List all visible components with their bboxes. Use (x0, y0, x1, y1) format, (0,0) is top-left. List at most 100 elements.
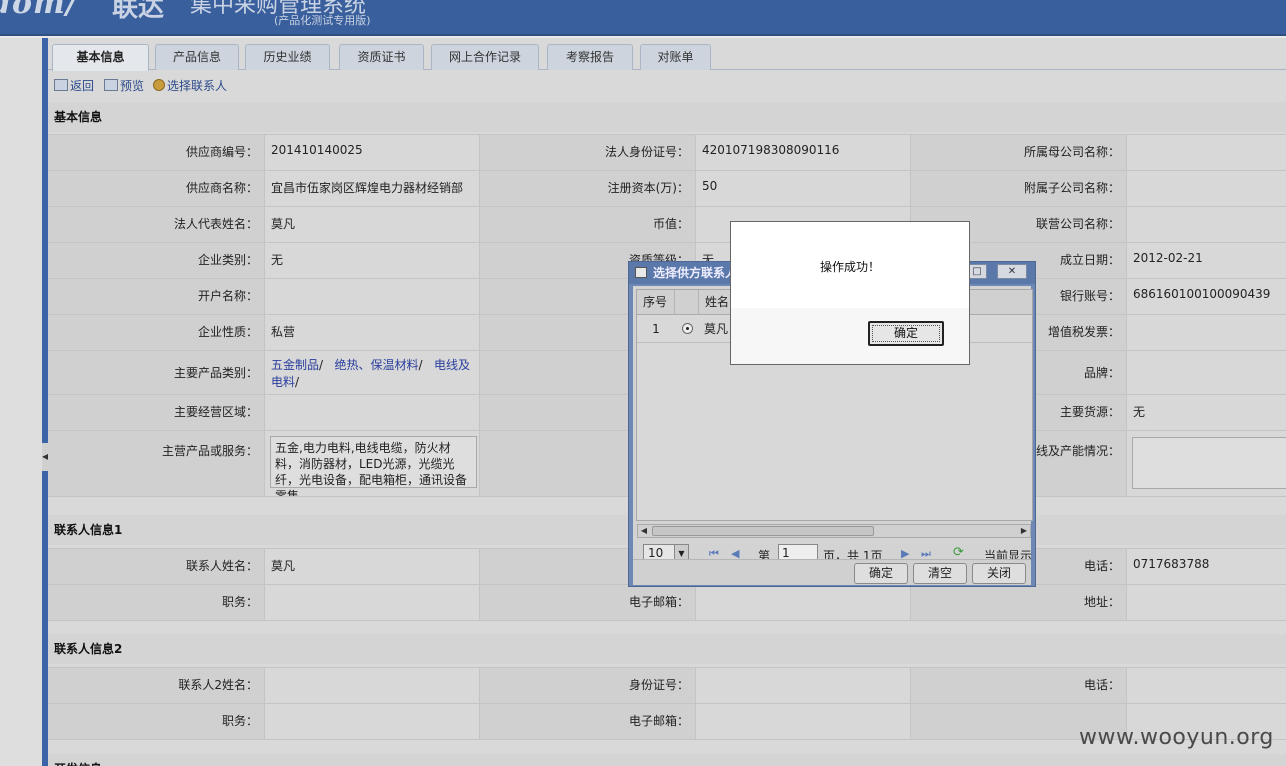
capacity-textarea[interactable] (1132, 437, 1286, 489)
supplier-name-value: 宜昌市伍家岗区辉煌电力器材经销部 (265, 171, 480, 206)
bank-account-value: 686160100100090439 (1127, 279, 1286, 314)
window-icon (635, 267, 647, 278)
close-button[interactable]: 关闭 (972, 563, 1026, 584)
nature-label: 企业性质： (48, 315, 265, 350)
form-row: 供应商名称： 宜昌市伍家岗区辉煌电力器材经销部 注册资本(万)： 50 附属子公… (48, 171, 1286, 207)
contact2-phone-label: 电话： (911, 668, 1127, 703)
tab-online-records[interactable]: 网上合作记录 (431, 44, 539, 70)
contact2-title-value (265, 704, 480, 739)
parent-company-label: 所属母公司名称： (911, 135, 1127, 170)
parent-company-value (1127, 135, 1286, 170)
scroll-right-icon[interactable]: ▶ (1018, 525, 1030, 537)
services-cell: 五金,电力电料,电线电缆，防火材料，消防器材，LED光源，光缆光纤，光电设备，配… (265, 431, 480, 496)
preview-label: 预览 (120, 79, 145, 93)
capital-value: 50 (696, 171, 911, 206)
contact2-email-value (696, 704, 911, 739)
dialog-footer: 确定 清空 关闭 (633, 559, 1031, 585)
row-radio[interactable] (682, 323, 693, 334)
tab-bar: 基本信息 产品信息 历史业绩 资质证书 网上合作记录 考察报告 对账单 (48, 38, 1286, 71)
form-row: 职务： 电子邮箱： 地址： (48, 585, 1286, 621)
account-name-value (265, 279, 480, 314)
contact-email-value (696, 585, 911, 620)
contact-title-label: 职务： (48, 585, 265, 620)
found-date-value: 2012-02-21 (1127, 243, 1286, 278)
tab-statement[interactable]: 对账单 (640, 44, 711, 70)
legal-rep-value: 莫凡 (265, 207, 480, 242)
message-content: 操作成功！ (731, 222, 969, 308)
contact2-email-label: 电子邮箱： (480, 704, 696, 739)
clear-button[interactable]: 清空 (913, 563, 967, 584)
message-box: 操作成功！ 确定 (730, 221, 970, 365)
contact-address-value (1127, 585, 1286, 620)
contact-email-label: 电子邮箱： (480, 585, 696, 620)
col-select-header (675, 290, 699, 315)
close-icon[interactable]: ✕ (997, 264, 1027, 279)
section-contact2: 联系人信息2 (48, 634, 1286, 664)
form-row: 联系人2姓名： 身份证号： 电话： (48, 668, 1286, 704)
form-row: 供应商编号： 201410140025 法人身份证号： 420107198308… (48, 135, 1286, 171)
category-label: 企业类别： (48, 243, 265, 278)
maximize-icon[interactable]: □ (967, 264, 987, 279)
legal-id-value: 420107198308090116 (696, 135, 911, 170)
contact-name-value: 莫凡 (265, 549, 480, 584)
contact2-name-value (265, 668, 480, 703)
horizontal-scrollbar[interactable]: ◀ ▶ (637, 524, 1031, 538)
category-value: 无 (265, 243, 480, 278)
tab-basic-info[interactable]: 基本信息 (52, 44, 149, 71)
contact-name-label: 联系人姓名： (48, 549, 265, 584)
scroll-left-icon[interactable]: ◀ (638, 525, 650, 537)
app-header: dom/ 联达 集中采购管理系统 (产品化测试专用版) (0, 0, 1286, 36)
vat-value (1127, 315, 1286, 350)
scroll-thumb[interactable] (652, 526, 874, 536)
message-text: 操作成功！ (819, 260, 880, 274)
source-value: 无 (1127, 395, 1286, 430)
logo: dom/ (0, 0, 78, 21)
subsidiary-value (1127, 171, 1286, 206)
supplier-no-label: 供应商编号： (48, 135, 265, 170)
row-no: 1 (652, 322, 660, 336)
tab-product-info[interactable]: 产品信息 (155, 44, 239, 70)
page-size-value: 10 (648, 546, 664, 560)
contact2-phone-value (1127, 668, 1286, 703)
services-label: 主营产品或服务： (48, 431, 265, 496)
message-ok-label: 确定 (893, 326, 918, 340)
capital-label: 注册资本(万)： (480, 171, 696, 206)
person-icon (153, 79, 165, 91)
product-link[interactable]: 绝热、保温材料 (335, 358, 419, 372)
back-button[interactable]: 返回 (54, 77, 94, 95)
contact2-id-label: 身份证号： (480, 668, 696, 703)
back-label: 返回 (70, 79, 95, 93)
left-panel (0, 38, 42, 766)
tab-certificates[interactable]: 资质证书 (339, 44, 424, 70)
services-textarea[interactable]: 五金,电力电料,电线电缆，防火材料，消防器材，LED光源，光缆光纤，光电设备，配… (270, 436, 477, 496)
region-label: 主要经营区域： (48, 395, 265, 430)
confirm-button[interactable]: 确定 (854, 563, 908, 584)
preview-icon (104, 79, 118, 91)
account-name-label: 开户名称： (48, 279, 265, 314)
products-value: 五金制品/ 绝热、保温材料/ 电线及电料/ (265, 351, 480, 394)
products-label: 主要产品类别： (48, 351, 265, 394)
select-contact-button[interactable]: 选择联系人 (153, 77, 227, 95)
brand-value (1127, 351, 1286, 394)
contact2-name-label: 联系人2姓名： (48, 668, 265, 703)
back-icon (54, 79, 68, 91)
tab-inspection[interactable]: 考察报告 (547, 44, 633, 70)
dialog-title: 选择供方联系人 (653, 266, 738, 280)
watermark: www.wooyun.org (1079, 725, 1274, 750)
currency-label: 币值： (480, 207, 696, 242)
subsidiary-label: 附属子公司名称： (911, 171, 1127, 206)
contact-address-label: 地址： (911, 585, 1127, 620)
row-name: 莫凡 (704, 322, 729, 336)
legal-rep-label: 法人代表姓名： (48, 207, 265, 242)
preview-button[interactable]: 预览 (104, 77, 144, 95)
section-basic-info: 基本信息 (48, 102, 1286, 132)
message-ok-button[interactable]: 确定 (868, 321, 944, 346)
refresh-icon[interactable]: ⟳ (953, 545, 964, 560)
product-link[interactable]: 五金制品 (271, 358, 319, 372)
system-subtitle: (产品化测试专用版) (274, 14, 371, 27)
supplier-no-value: 201410140025 (265, 135, 480, 170)
tab-history[interactable]: 历史业绩 (245, 44, 330, 70)
legal-id-label: 法人身份证号： (480, 135, 696, 170)
contact2-title-label: 职务： (48, 704, 265, 739)
form-row: 法人代表姓名： 莫凡 币值： 联营公司名称： (48, 207, 1286, 243)
